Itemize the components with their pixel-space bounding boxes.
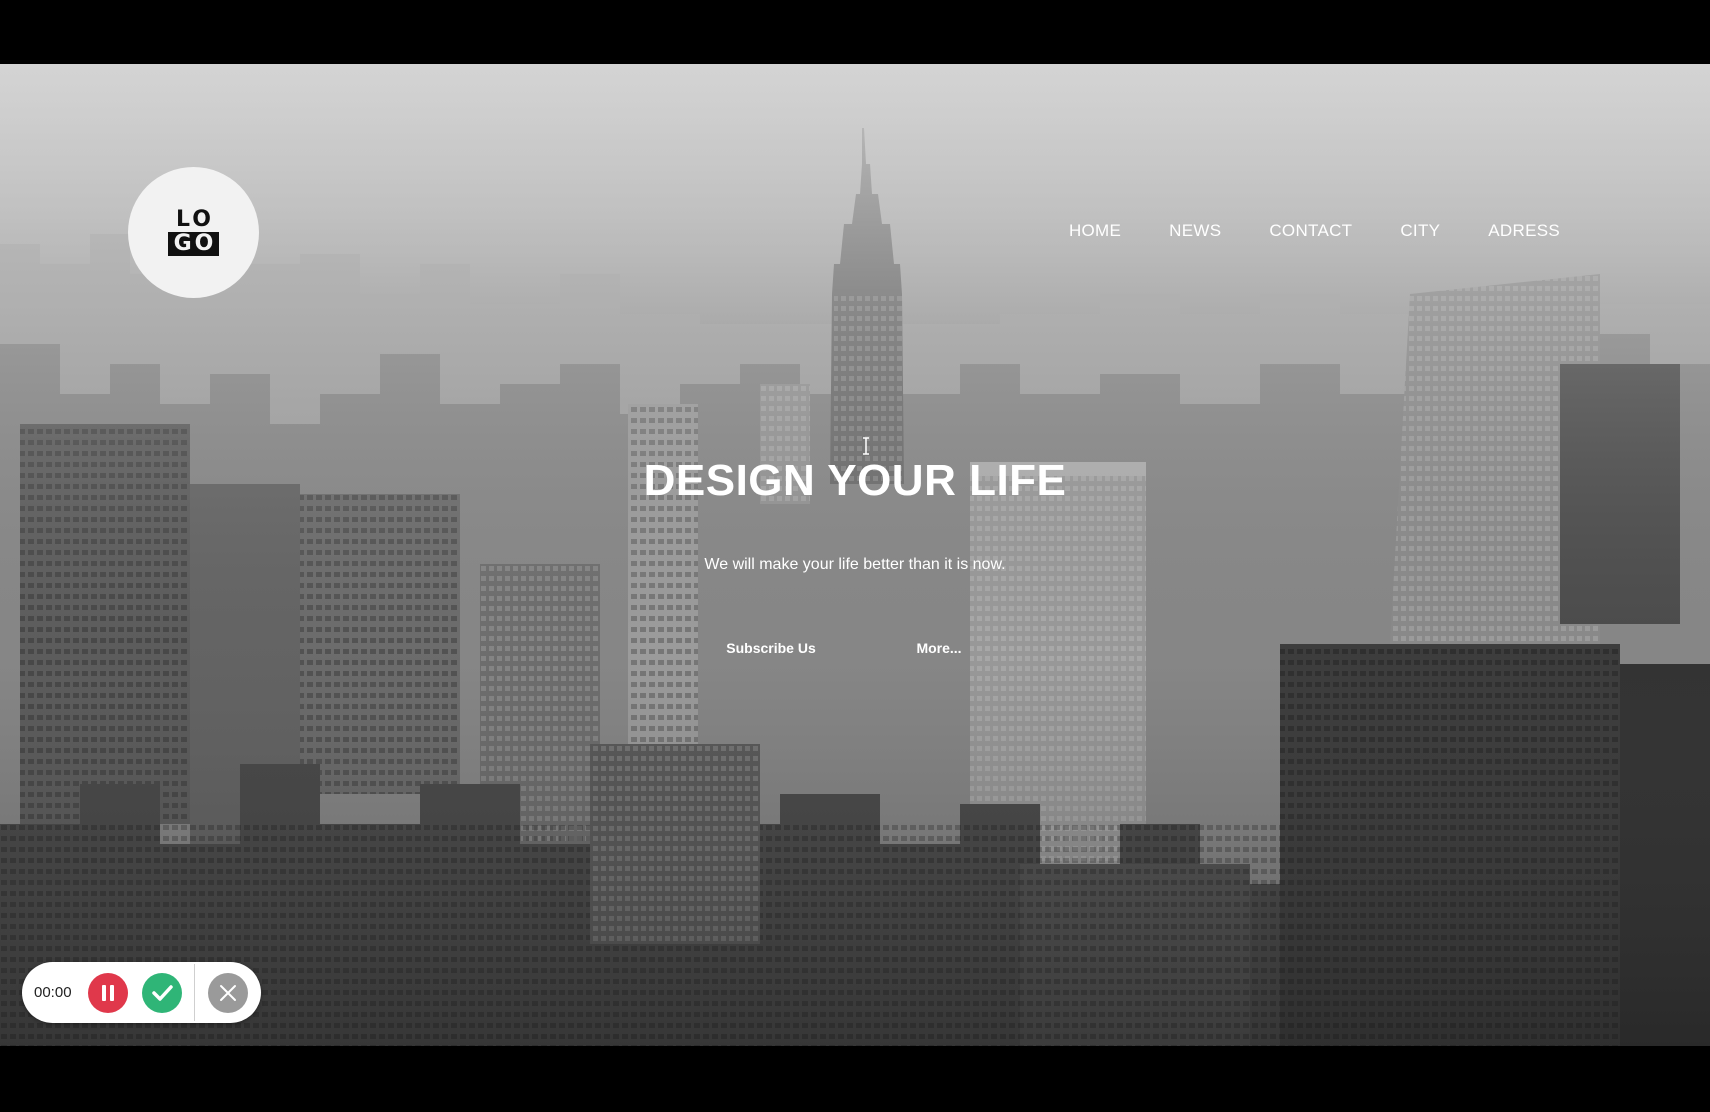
hero-title: DESIGN YOUR LIFE [643, 456, 1067, 505]
logo-text-bottom: GO [167, 232, 220, 256]
screen-recorder-widget: 00:00 [22, 962, 261, 1023]
main-nav: HOME NEWS CONTACT CITY ADRESS [1069, 221, 1560, 241]
finish-recording-button[interactable] [142, 973, 182, 1013]
letterbox-bottom [0, 1046, 1710, 1112]
nav-item-adress[interactable]: ADRESS [1488, 221, 1560, 241]
pause-icon [102, 985, 114, 1001]
logo-text-top: LO [176, 207, 214, 232]
hero-subtitle: We will make your life better than it is… [704, 556, 1006, 573]
hero-section: LO GO HOME NEWS CONTACT CITY ADRESS [0, 64, 1710, 1046]
nav-item-home[interactable]: HOME [1069, 221, 1121, 241]
nav-item-news[interactable]: NEWS [1169, 221, 1221, 241]
nav-item-contact[interactable]: CONTACT [1269, 221, 1352, 241]
logo[interactable]: LO GO [128, 167, 259, 298]
subscribe-button[interactable]: Subscribe Us [700, 628, 842, 668]
close-icon [220, 985, 236, 1001]
checkmark-icon [152, 985, 173, 1001]
recording-timer: 00:00 [34, 984, 72, 1001]
cancel-recording-button[interactable] [208, 973, 248, 1013]
text-cursor-icon [863, 437, 869, 455]
city-skyline-background [0, 64, 1710, 1046]
letterbox-top [0, 0, 1710, 64]
more-button[interactable]: More... [878, 628, 1000, 668]
logo-mark: LO GO [167, 207, 220, 256]
recorder-divider [194, 964, 195, 1021]
pause-recording-button[interactable] [88, 973, 128, 1013]
nav-item-city[interactable]: CITY [1400, 221, 1440, 241]
